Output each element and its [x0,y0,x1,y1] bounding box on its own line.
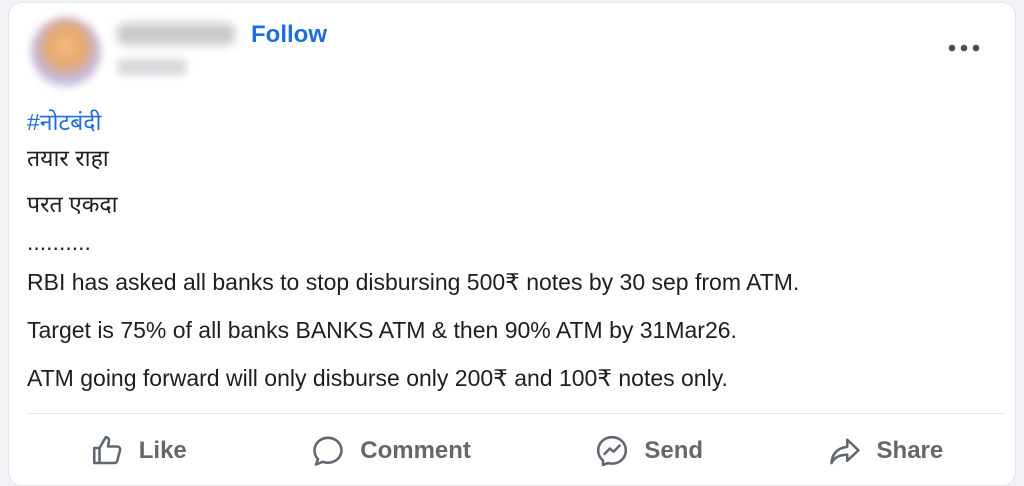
post-line: तयार राहा [27,145,109,171]
post-line: .......... [27,229,91,255]
comment-label: Comment [360,437,471,464]
like-button[interactable]: Like [73,427,203,475]
follow-button[interactable]: Follow [251,21,327,49]
share-label: Share [876,437,944,464]
divider [27,413,1005,414]
comment-button[interactable]: Comment [294,427,487,475]
hashtag-link[interactable]: #नोटबंदी [27,105,101,137]
post-line: ATM going forward will only disburse onl… [27,365,728,391]
thumbs-up-icon [92,435,122,465]
like-label: Like [138,437,187,464]
post-line: परत एकदा [27,191,118,217]
author-name-redacted[interactable] [117,23,235,45]
more-options-button[interactable] [944,33,984,63]
share-button[interactable]: Share [811,427,960,475]
post-meta-redacted [117,59,187,75]
post-line: Target is 75% of all banks BANKS ATM & t… [27,317,737,343]
comment-bubble-icon [313,436,344,466]
post-card: Follow #नोटबंदी तयार राहा परत एकदा .....… [8,2,1016,486]
action-bar: Like Comment Send Share [27,423,1005,479]
send-label: Send [644,437,704,464]
post-line: RBI has asked all banks to stop disbursi… [27,269,800,295]
avatar[interactable] [31,17,101,87]
more-options-icon [948,44,980,52]
send-button[interactable]: Send [578,427,719,475]
messenger-icon [597,435,628,467]
share-arrow-icon [829,438,860,465]
